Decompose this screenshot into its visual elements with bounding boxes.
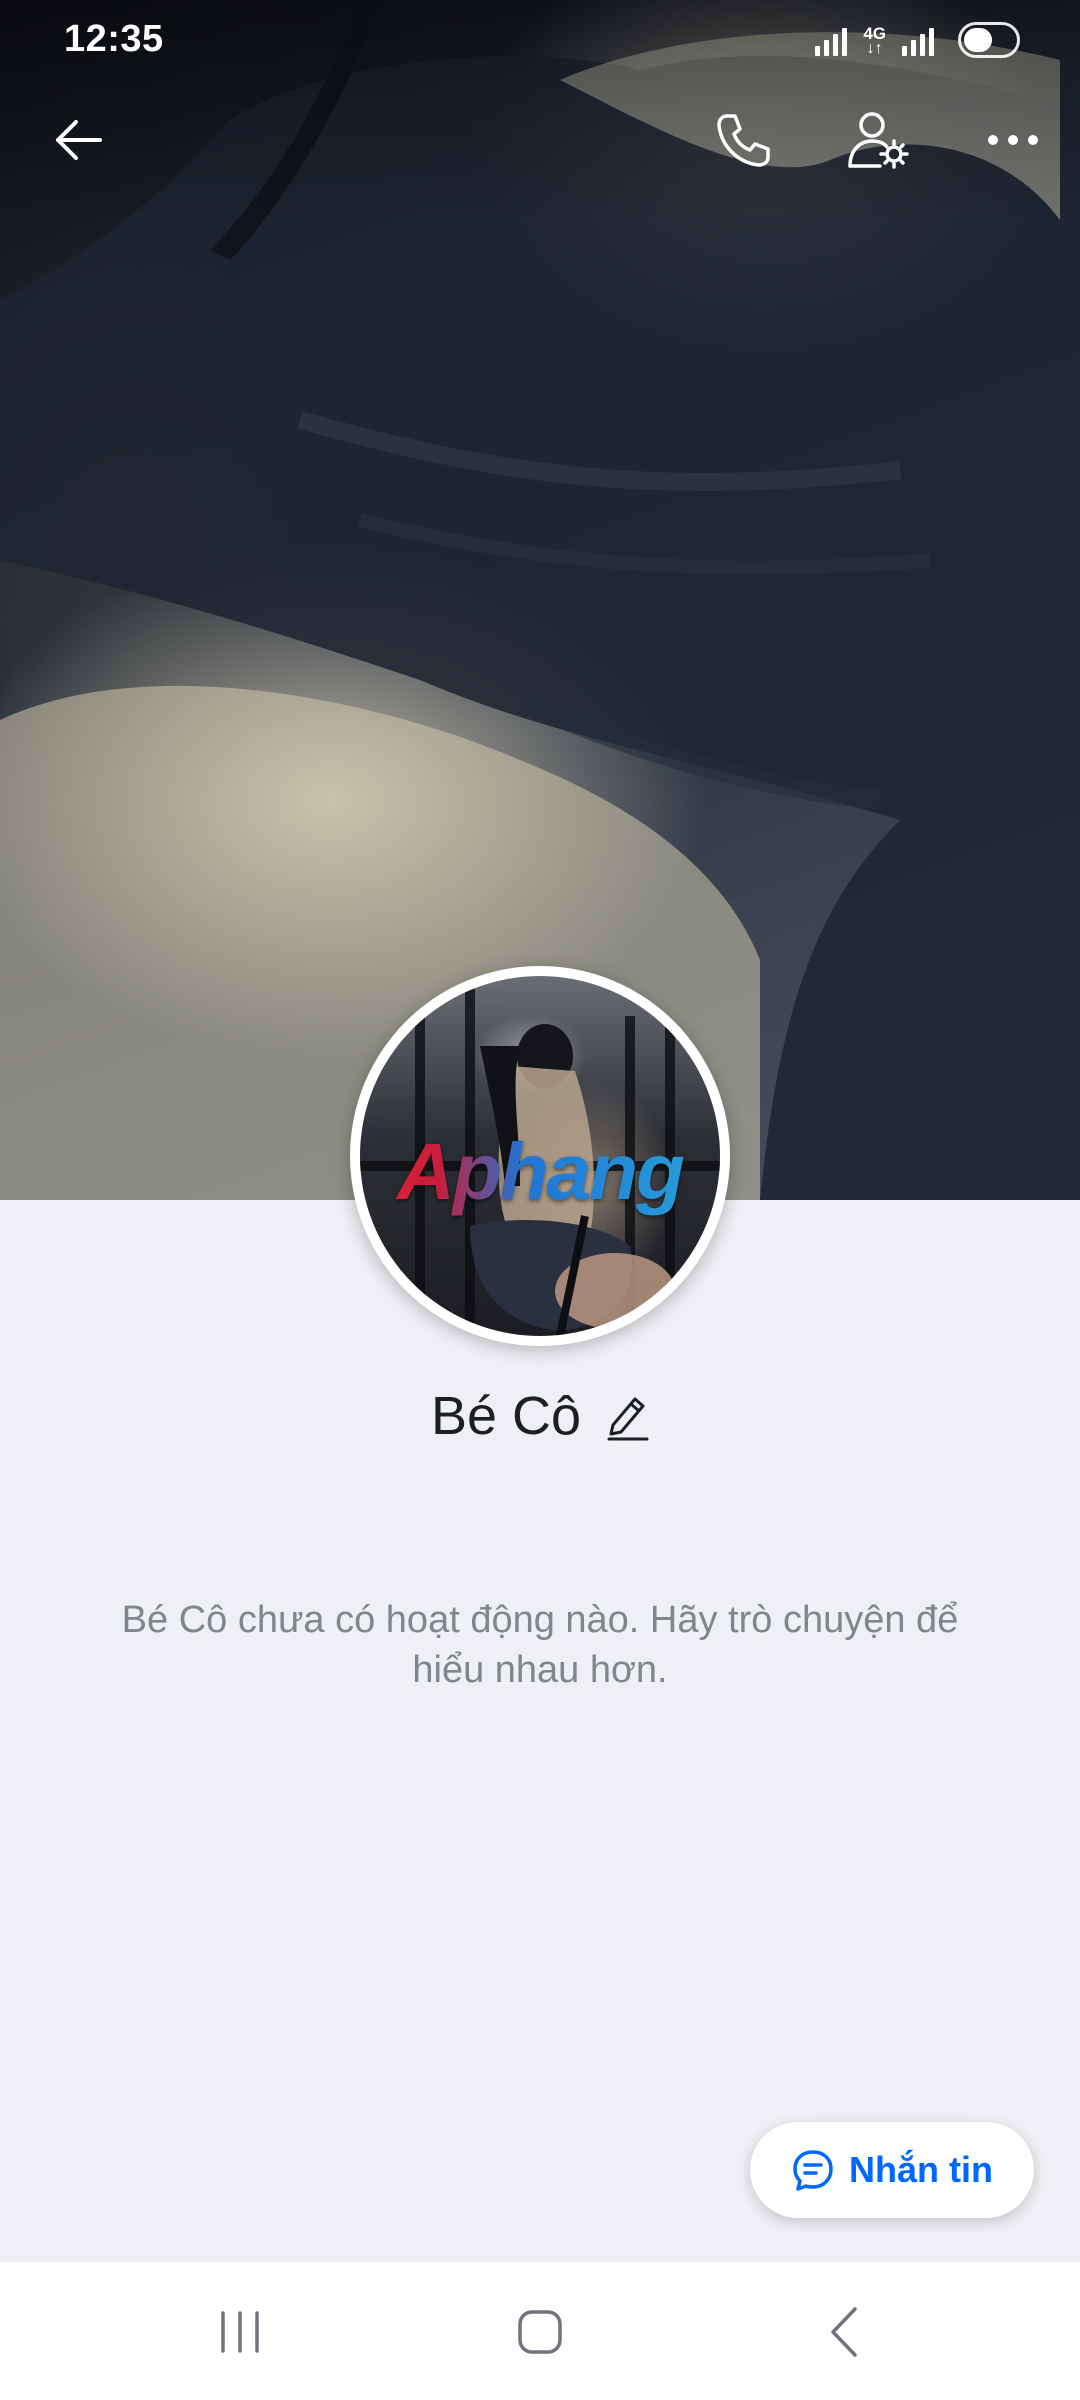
recent-apps-button[interactable] [190, 2292, 290, 2372]
network-4g-icon: 4G ↓↑ [863, 23, 886, 57]
user-settings-icon [848, 112, 909, 169]
battery-icon [958, 22, 1020, 58]
system-back-button[interactable] [795, 2292, 895, 2372]
recent-apps-icon [221, 2311, 259, 2353]
message-button[interactable]: Nhắn tin [750, 2122, 1034, 2218]
home-button[interactable] [490, 2292, 590, 2372]
profile-name: Bé Cô [430, 1386, 582, 1446]
more-icon [988, 135, 1038, 145]
status-icons: 4G ↓↑ [815, 18, 1020, 62]
call-button[interactable] [703, 100, 783, 180]
battery-level [964, 28, 992, 52]
system-nav-bar [0, 2262, 1080, 2400]
back-arrow-icon [56, 120, 102, 160]
network-arrows: ↓↑ [866, 39, 883, 57]
status-time: 12:35 [64, 18, 164, 60]
chat-bubble-icon [793, 2150, 833, 2191]
phone-icon [717, 114, 770, 167]
profile-screen: 12:35 4G ↓↑ Aphang Bé Cô Bé Cô chưa có h… [0, 0, 1080, 2400]
signal-icon [902, 24, 934, 56]
home-icon [518, 2310, 562, 2354]
more-options-button[interactable] [973, 100, 1053, 180]
avatar[interactable]: Aphang [350, 966, 730, 1346]
avatar-photo: Aphang [360, 976, 720, 1336]
network-type-label: 4G [863, 23, 886, 43]
empty-activity-message: Bé Cô chưa có hoạt động nào. Hãy trò chu… [121, 1599, 959, 1691]
back-button[interactable] [38, 100, 118, 180]
status-bar: 12:35 4G ↓↑ [0, 0, 1080, 80]
message-button-label: Nhắn tin [849, 2149, 993, 2190]
back-icon [831, 2307, 857, 2357]
profile-settings-button[interactable] [838, 100, 918, 180]
avatar-watermark: Aphang [360, 1126, 720, 1218]
signal-icon [815, 24, 848, 56]
profile-name-row: Bé Cô [0, 1385, 1080, 1447]
pencil-icon[interactable] [605, 1391, 649, 1441]
